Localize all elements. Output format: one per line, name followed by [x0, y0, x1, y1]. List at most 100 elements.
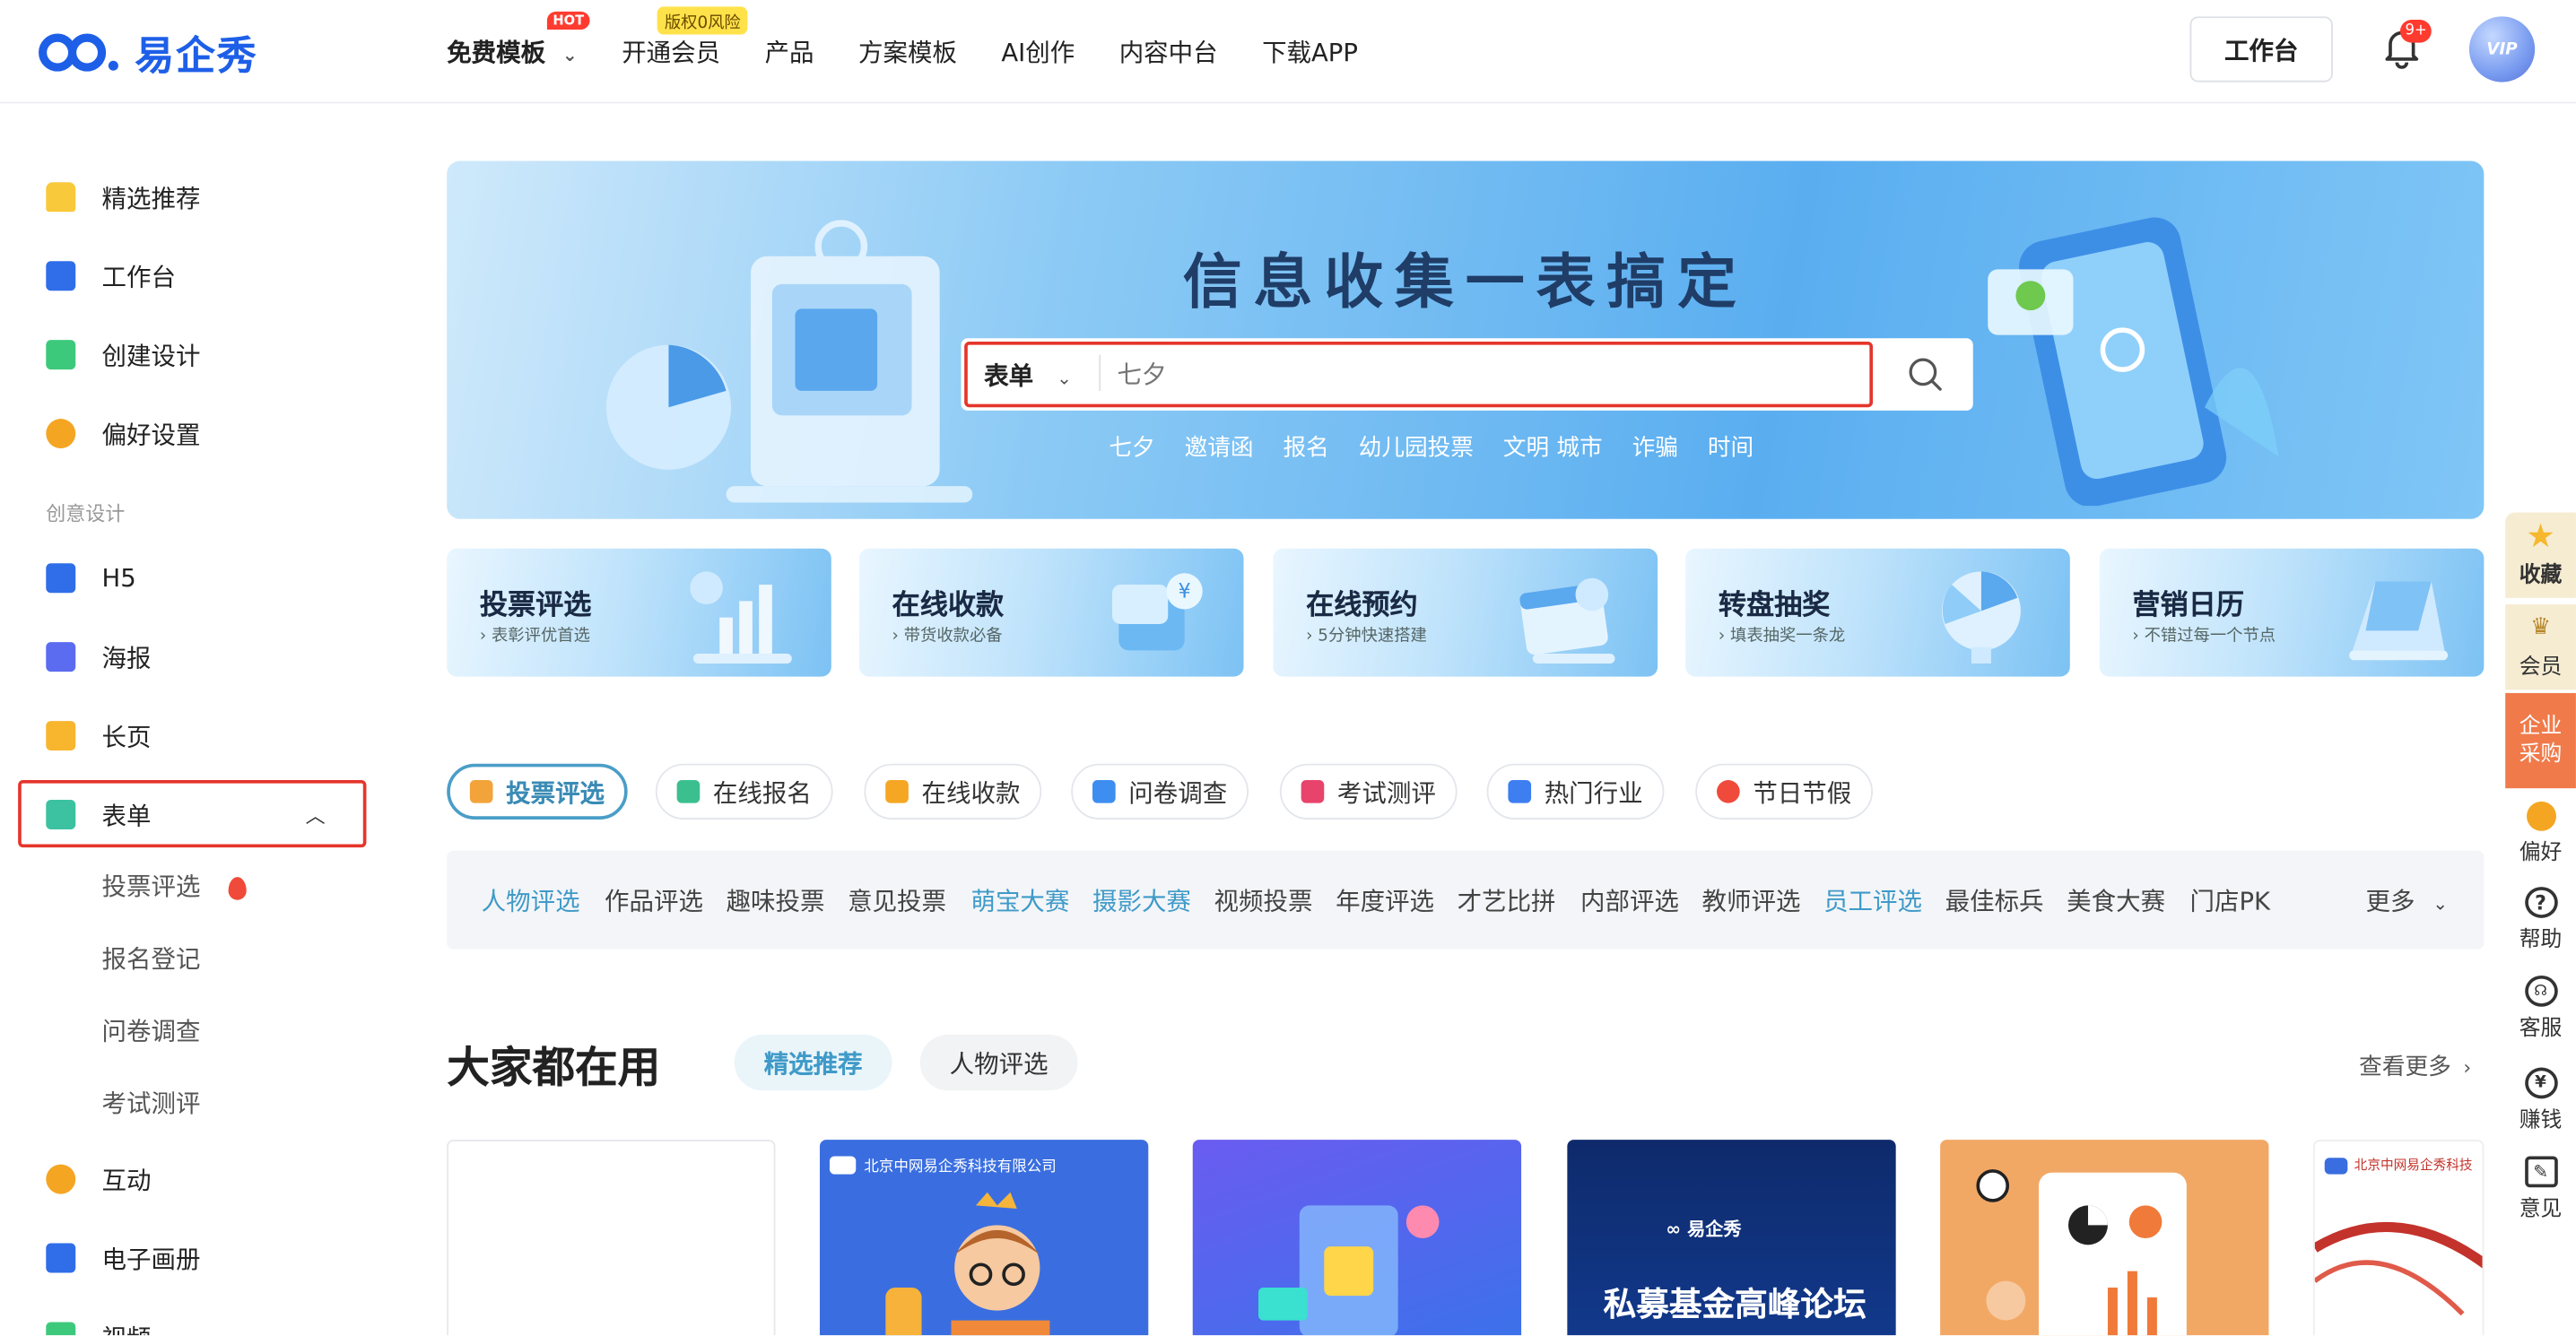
logo[interactable]: 易企秀	[36, 23, 257, 81]
hot-word[interactable]: 七夕	[1109, 430, 1154, 464]
nav-membership[interactable]: 开通会员 版权0风险	[622, 6, 748, 68]
rail-label: 意见	[2519, 1197, 2563, 1222]
sidebar-item-preferences[interactable]: 偏好设置	[46, 414, 200, 454]
template-company-label: 北京中网易企秀科技	[2324, 1156, 2473, 1174]
sidebar-item-long-page[interactable]: 长页	[46, 716, 152, 756]
rail-member[interactable]: ♛ 会员	[2505, 604, 2576, 690]
category-link[interactable]: 教师评选	[1702, 883, 1801, 917]
hot-word[interactable]: 幼儿园投票	[1359, 430, 1474, 464]
category-link[interactable]: 意见投票	[848, 883, 946, 917]
feature-card-calendar[interactable]: 营销日历 › 不错过每一个节点	[2099, 548, 2485, 677]
more-label: 更多	[2365, 887, 2415, 917]
template-brand: ∞ 易企秀	[1666, 1215, 1741, 1241]
tab-exam[interactable]: 考试测评	[1279, 763, 1458, 820]
notification-badge: 9+	[2399, 19, 2432, 43]
nav-solution-templates[interactable]: 方案模板	[858, 34, 957, 68]
question-icon: ?	[2524, 887, 2557, 918]
category-link[interactable]: 最佳标兵	[1945, 883, 2044, 917]
sidebar-item-workspace[interactable]: 工作台	[46, 256, 176, 296]
template-card[interactable]: ∞ 易企秀 私募基金高峰论坛	[1567, 1140, 1896, 1336]
rail-earn[interactable]: ¥ 赚钱	[2505, 1067, 2576, 1133]
category-link[interactable]: 萌宝大赛	[970, 883, 1069, 917]
template-card[interactable]: 北京中网易企秀科技	[2312, 1140, 2485, 1336]
hot-word[interactable]: 邀请函	[1185, 430, 1254, 464]
category-link[interactable]: 趣味投票	[727, 883, 825, 917]
pill-person-vote[interactable]: 人物评选	[919, 1034, 1078, 1091]
search-button[interactable]	[1879, 342, 1971, 407]
film-reel-icon	[46, 1164, 76, 1194]
nav-free-templates[interactable]: 免费模板 ⌄ HOT	[447, 11, 591, 68]
tab-payment[interactable]: 在线收款	[864, 763, 1042, 820]
search-input[interactable]	[1117, 354, 1841, 395]
feature-card-payment[interactable]: 在线收款 › 带货收款必备 ¥	[858, 548, 1244, 677]
hot-badge: HOT	[546, 11, 591, 30]
template-card[interactable]	[1192, 1140, 1522, 1336]
template-card[interactable]	[1940, 1140, 2269, 1336]
see-more-link[interactable]: 查看更多 ›	[2359, 1049, 2471, 1082]
search-category-select[interactable]: 表单 ⌄	[984, 358, 1072, 392]
sidebar-subitem-vote[interactable]: 投票评选	[102, 869, 247, 903]
sidebar-subitem-survey[interactable]: 问卷调查	[102, 1013, 201, 1047]
template-card[interactable]: 北京中网易企秀科技有限公司	[819, 1140, 1149, 1336]
category-link[interactable]: 作品评选	[605, 883, 703, 917]
ribbon-decoration-icon	[2314, 1222, 2483, 1316]
rail-enterprise[interactable]: 企业采购	[2505, 692, 2576, 789]
category-link[interactable]: 才艺比拼	[1458, 883, 1556, 917]
feature-card-booking[interactable]: 在线预约 › 5分钟快速搭建	[1273, 548, 1658, 677]
rail-service[interactable]: ☊ 客服	[2505, 975, 2576, 1041]
nav-content-center[interactable]: 内容中台	[1119, 34, 1218, 68]
category-link[interactable]: 年度评选	[1336, 883, 1434, 917]
sidebar-subitem-exam[interactable]: 考试测评	[102, 1086, 201, 1120]
tab-label: 考试测评	[1336, 777, 1436, 808]
template-card[interactable]	[447, 1140, 776, 1336]
desk-calendar-icon	[2349, 581, 2449, 661]
search-category-label: 表单	[984, 360, 1034, 391]
card-subtitle-text: 带货收款必备	[903, 627, 1003, 646]
category-link[interactable]: 摄影大赛	[1092, 883, 1191, 917]
category-link[interactable]: 视频投票	[1214, 883, 1313, 917]
hot-word[interactable]: 文明 城市	[1503, 430, 1603, 464]
rail-label: 企业采购	[2519, 714, 2563, 768]
lantern-icon	[1717, 780, 1740, 803]
category-link[interactable]: 美食大赛	[2067, 883, 2165, 917]
category-link[interactable]: 内部评选	[1580, 883, 1679, 917]
nav-products[interactable]: 产品	[765, 34, 814, 68]
rail-preferences[interactable]: 偏好	[2505, 801, 2576, 867]
sidebar-item-poster[interactable]: 海报	[46, 638, 152, 677]
avatar[interactable]: VIP	[2468, 16, 2536, 82]
feature-card-vote[interactable]: 投票评选 › 表彰评优首选	[447, 548, 831, 677]
template-brand-text: 易企秀	[1687, 1219, 1742, 1240]
rail-feedback[interactable]: ✎ 意见	[2505, 1156, 2576, 1222]
rail-favorite[interactable]: ★ 收藏	[2505, 512, 2576, 598]
tab-vote[interactable]: 投票评选	[447, 763, 628, 820]
brand-logo-icon: ∞	[1666, 1219, 1682, 1240]
category-link[interactable]: 员工评选	[1823, 883, 1922, 917]
sidebar-item-form[interactable]: 表单 ︿	[46, 794, 326, 834]
sidebar-item-featured[interactable]: 精选推荐	[46, 178, 200, 217]
sidebar-item-h5[interactable]: H5	[46, 559, 136, 598]
sidebar-item-interactive[interactable]: 互动	[46, 1159, 152, 1199]
rail-help[interactable]: ? 帮助	[2505, 887, 2576, 952]
sidebar-item-ebook[interactable]: 电子画册	[46, 1238, 200, 1278]
hot-word[interactable]: 时间	[1708, 430, 1754, 464]
category-link[interactable]: 门店PK	[2190, 883, 2271, 917]
tab-holidays[interactable]: 节日节假	[1695, 763, 1874, 820]
feature-card-lottery[interactable]: 转盘抽奖 › 填表抽奖一条龙	[1685, 548, 2070, 677]
hot-word[interactable]: 报名	[1283, 430, 1328, 464]
tab-industry[interactable]: 热门行业	[1486, 763, 1665, 820]
chevron-down-icon: ⌄	[561, 44, 578, 66]
nav-download-app[interactable]: 下载APP	[1262, 34, 1358, 68]
workspace-button[interactable]: 工作台	[2189, 16, 2333, 82]
sidebar-subitem-registration[interactable]: 报名登记	[102, 941, 201, 976]
tab-registration[interactable]: 在线报名	[655, 763, 833, 820]
tab-survey[interactable]: 问卷调查	[1071, 763, 1249, 820]
hot-word[interactable]: 诈骗	[1632, 430, 1678, 464]
sidebar-item-video[interactable]: 视频	[46, 1317, 152, 1336]
pill-featured[interactable]: 精选推荐	[734, 1034, 892, 1091]
nav-ai-create[interactable]: AI创作	[1001, 34, 1075, 68]
categories-more-button[interactable]: 更多 ⌄	[2366, 883, 2449, 917]
vote-icon	[469, 780, 493, 803]
card-subtitle-text: 填表抽奖一条龙	[1730, 627, 1846, 646]
category-link[interactable]: 人物评选	[482, 883, 580, 917]
sidebar-item-create-design[interactable]: 创建设计	[46, 335, 200, 375]
